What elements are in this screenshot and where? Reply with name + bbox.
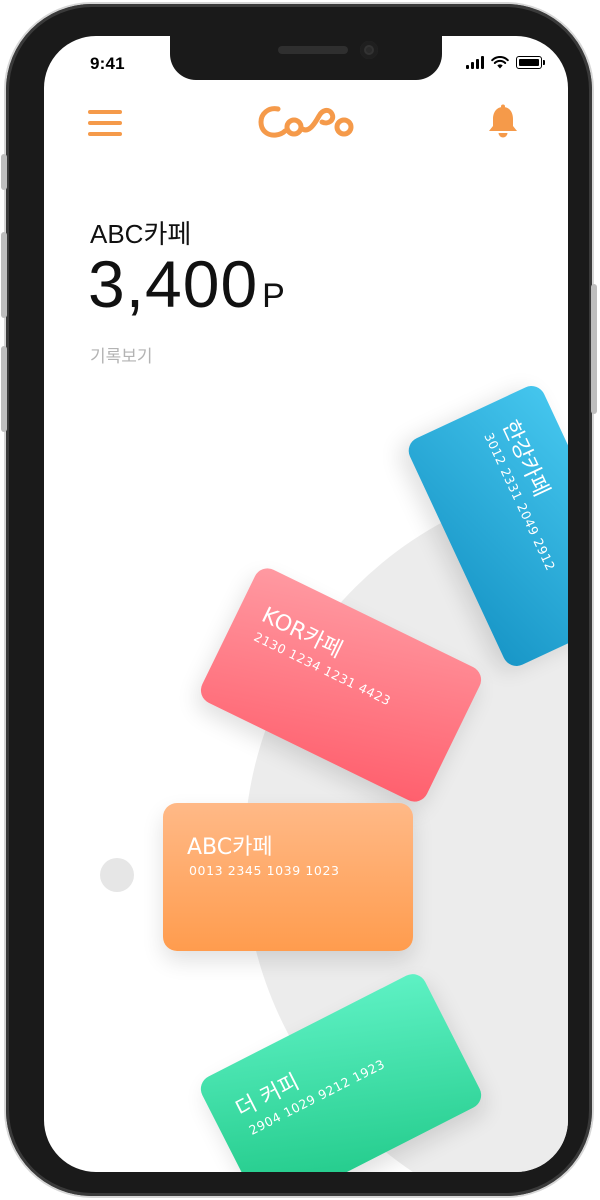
copo-logo: [258, 106, 354, 138]
wifi-icon: [491, 56, 509, 69]
bell-icon[interactable]: [486, 104, 520, 140]
cellular-signal-icon: [466, 56, 484, 69]
wheel-handle-dot[interactable]: [100, 858, 134, 892]
points-balance: 3,400 P: [88, 246, 285, 322]
power-button: [591, 284, 597, 414]
hamburger-menu-icon[interactable]: [88, 108, 124, 138]
card-number: 0013 2345 1039 1023: [189, 863, 340, 878]
volume-down-button: [1, 346, 7, 432]
status-icons: [466, 56, 545, 69]
phone-frame: 9:41 ABC카페 3,400 P 기록보기 한강카페 3012 2331 2…: [1, 4, 597, 1196]
volume-up-button: [1, 232, 7, 318]
battery-icon: [516, 56, 545, 69]
status-time: 9:41: [90, 54, 125, 73]
points-value: 3,400: [88, 247, 259, 321]
notch: [170, 36, 442, 80]
points-unit: P: [262, 277, 285, 315]
silent-switch: [1, 154, 7, 190]
card-name: ABC카페: [187, 835, 273, 860]
earpiece-speaker: [278, 46, 348, 54]
view-history-link[interactable]: 기록보기: [90, 342, 153, 367]
card-abc-cafe[interactable]: ABC카페 0013 2345 1039 1023: [163, 803, 413, 951]
front-camera: [360, 41, 378, 59]
app-screen: 9:41 ABC카페 3,400 P 기록보기 한강카페 3012 2331 2…: [44, 36, 568, 1172]
